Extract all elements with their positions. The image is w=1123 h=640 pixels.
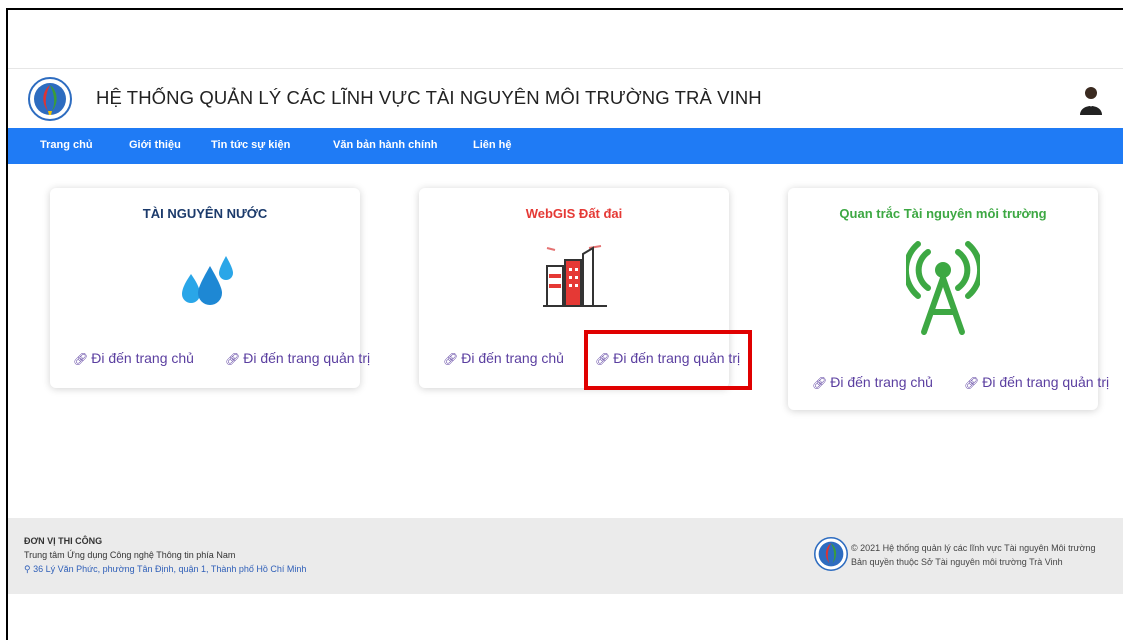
- link-home[interactable]: 🔗︎ Đi đến trang chủ: [73, 350, 194, 366]
- footer-address[interactable]: ⚲ 36 Lý Văn Phức, phường Tân Định, quận …: [24, 564, 306, 575]
- user-avatar-icon[interactable]: [1078, 85, 1104, 115]
- water-drops-icon: [182, 256, 233, 305]
- link-admin[interactable]: 🔗︎ Đi đến trang quản trị: [964, 374, 1109, 390]
- main-navbar: Trang chủ Giới thiệu Tin tức sự kiện Văn…: [8, 128, 1123, 164]
- department-seal-icon: [814, 537, 848, 571]
- footer-heading: ĐƠN VỊ THI CÔNG: [24, 536, 103, 546]
- site-title: HỆ THỐNG QUẢN LÝ CÁC LĨNH VỰC TÀI NGUYÊN…: [96, 87, 762, 108]
- nav-item-contact[interactable]: Liên hệ: [473, 139, 512, 151]
- nav-item-about[interactable]: Giới thiệu: [129, 139, 181, 151]
- link-home[interactable]: 🔗︎ Đi đến trang chủ: [443, 350, 564, 366]
- card-environment-monitoring: Quan trắc Tài nguyên môi trường 🔗︎ Đi đến…: [788, 188, 1109, 410]
- card-title: TÀI NGUYÊN NƯỚC: [142, 206, 268, 221]
- card-title: Quan trắc Tài nguyên môi trường: [839, 206, 1047, 221]
- footer-copyright: © 2021 Hệ thống quản lý các lĩnh vực Tài…: [851, 543, 1096, 553]
- city-buildings-icon: [543, 245, 607, 307]
- nav-item-home[interactable]: Trang chủ: [40, 139, 93, 151]
- nav-item-documents[interactable]: Văn bản hành chính: [333, 139, 438, 151]
- link-icon: 🔗︎: [443, 352, 459, 366]
- link-icon: 🔗︎: [73, 352, 89, 366]
- site-header: HỆ THỐNG QUẢN LÝ CÁC LĨNH VỰC TÀI NGUYÊN…: [8, 68, 1123, 128]
- highlight-annotation: [584, 330, 752, 390]
- link-admin[interactable]: 🔗︎ Đi đến trang quản trị: [225, 350, 370, 366]
- link-home[interactable]: 🔗︎ Đi đến trang chủ: [812, 374, 933, 390]
- radio-tower-icon: [906, 241, 980, 335]
- link-icon: 🔗︎: [812, 376, 828, 390]
- browser-frame: HỆ THỐNG QUẢN LÝ CÁC LĨNH VỰC TÀI NGUYÊN…: [6, 8, 1123, 640]
- link-icon: 🔗︎: [964, 376, 980, 390]
- card-water-resources: TÀI NGUYÊN NƯỚC 🔗︎ Đi đến trang chủ 🔗︎ Đi …: [50, 188, 370, 388]
- card-title: WebGIS Đất đai: [525, 206, 623, 221]
- site-footer: ĐƠN VỊ THI CÔNG Trung tâm Ứng dụng Công …: [8, 518, 1123, 594]
- department-seal-icon[interactable]: [28, 77, 72, 121]
- footer-rights: Bản quyền thuộc Sở Tài nguyên môi trường…: [851, 557, 1063, 567]
- footer-org: Trung tâm Ứng dụng Công nghệ Thông tin p…: [24, 550, 236, 560]
- link-icon: 🔗︎: [225, 352, 241, 366]
- nav-item-news[interactable]: Tin tức sự kiện: [211, 139, 290, 151]
- location-pin-icon: ⚲: [24, 564, 34, 574]
